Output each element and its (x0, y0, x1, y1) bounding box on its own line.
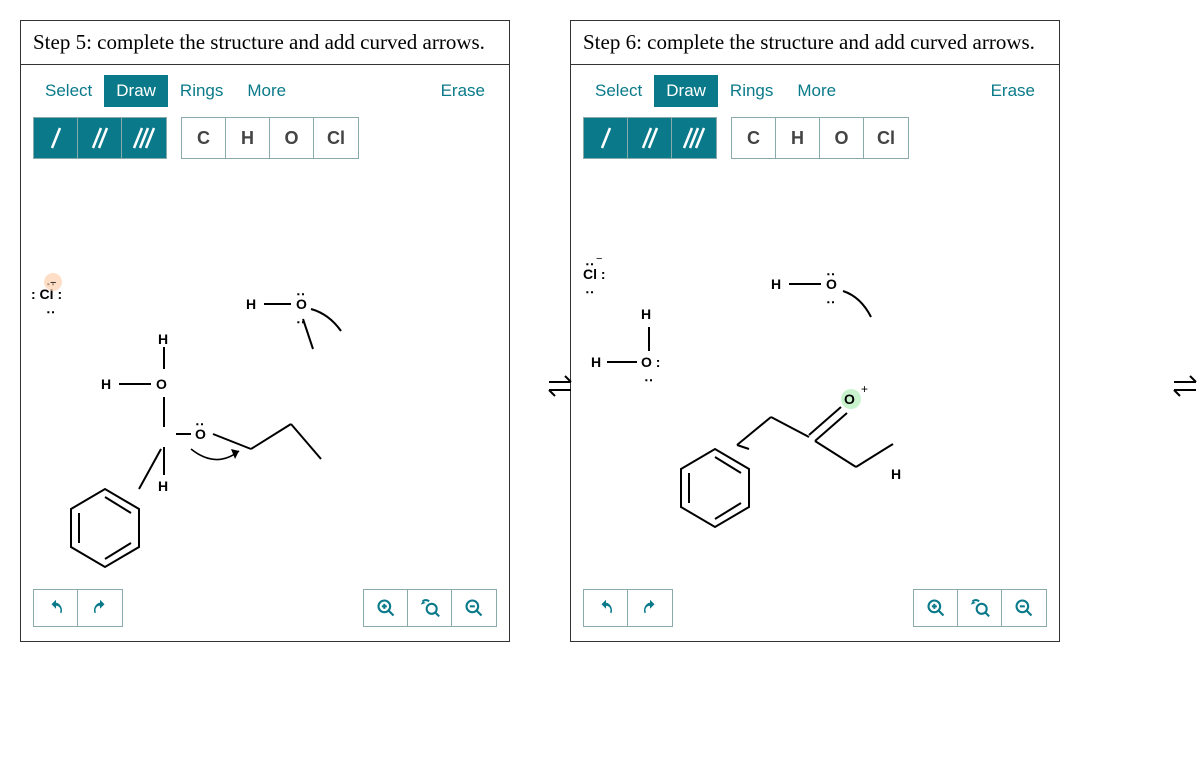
redo-button[interactable] (628, 590, 672, 626)
zoom-out-icon (464, 598, 484, 618)
svg-text:‥: ‥ (585, 252, 594, 268)
svg-text:H: H (891, 466, 901, 482)
drawing-canvas-6[interactable]: Cl : ‥ ‥ − H O : ‥ H H O ‥ ‥ (571, 169, 1059, 589)
double-bond-button[interactable] (78, 118, 122, 158)
atom-o-button[interactable]: O (270, 118, 314, 158)
zoom-in-icon (926, 598, 946, 618)
svg-text:‥: ‥ (826, 262, 835, 278)
svg-text:‥: ‥ (296, 282, 305, 298)
tab-select[interactable]: Select (33, 75, 104, 107)
svg-text:H: H (771, 276, 781, 292)
bond-buttons (33, 117, 167, 159)
atom-buttons: C H O Cl (731, 117, 909, 159)
erase-button[interactable]: Erase (979, 75, 1047, 107)
zoom-reset-icon (419, 598, 441, 618)
step6-title: Step 6: complete the structure and add c… (571, 21, 1059, 65)
redo-icon (91, 599, 109, 617)
svg-text:O: O (156, 376, 167, 392)
tab-draw[interactable]: Draw (654, 75, 718, 107)
svg-text:−: − (596, 253, 602, 265)
svg-text:O: O (195, 426, 206, 442)
tab-more[interactable]: More (235, 75, 298, 107)
double-bond-button[interactable] (628, 118, 672, 158)
tab-select[interactable]: Select (583, 75, 654, 107)
step5-panel: Step 5: complete the structure and add c… (20, 20, 510, 642)
redo-button[interactable] (78, 590, 122, 626)
svg-text:+: + (861, 382, 868, 396)
atom-o-button[interactable]: O (820, 118, 864, 158)
atom-h-button[interactable]: H (776, 118, 820, 158)
erase-button[interactable]: Erase (429, 75, 497, 107)
atom-cl-button[interactable]: Cl (864, 118, 908, 158)
svg-text:‥: ‥ (46, 300, 55, 316)
zoom-in-icon (376, 598, 396, 618)
single-bond-button[interactable] (34, 118, 78, 158)
svg-text:H: H (591, 354, 601, 370)
atom-buttons: C H O Cl (181, 117, 359, 159)
svg-text:H: H (246, 296, 256, 312)
zoom-reset-button[interactable] (408, 590, 452, 626)
atom-cl-button[interactable]: Cl (314, 118, 358, 158)
undo-icon (47, 599, 65, 617)
svg-text:‥: ‥ (644, 368, 653, 384)
zoom-reset-icon (969, 598, 991, 618)
zoom-reset-button[interactable] (958, 590, 1002, 626)
bond-buttons (583, 117, 717, 159)
undo-icon (597, 599, 615, 617)
zoom-out-button[interactable] (452, 590, 496, 626)
triple-bond-button[interactable] (672, 118, 716, 158)
redo-icon (641, 599, 659, 617)
equilibrium-arrow-icon (1170, 370, 1200, 410)
atom-c-button[interactable]: C (182, 118, 226, 158)
zoom-in-button[interactable] (364, 590, 408, 626)
zoom-in-button[interactable] (914, 590, 958, 626)
step6-panel: Step 6: complete the structure and add c… (570, 20, 1060, 642)
svg-text:H: H (641, 306, 651, 322)
triple-bond-button[interactable] (122, 118, 166, 158)
svg-text:‥: ‥ (826, 290, 835, 306)
tab-more[interactable]: More (785, 75, 848, 107)
tab-rings[interactable]: Rings (168, 75, 235, 107)
svg-text:−: − (50, 277, 56, 289)
svg-text:O: O (844, 391, 855, 407)
svg-text:‥: ‥ (195, 412, 204, 428)
single-bond-button[interactable] (584, 118, 628, 158)
atom-h-button[interactable]: H (226, 118, 270, 158)
tab-rings[interactable]: Rings (718, 75, 785, 107)
svg-text:H: H (101, 376, 111, 392)
undo-button[interactable] (34, 590, 78, 626)
svg-text:H: H (158, 331, 168, 347)
svg-text:H: H (158, 478, 168, 494)
equilibrium-arrow-icon (545, 370, 575, 410)
tab-draw[interactable]: Draw (104, 75, 168, 107)
step5-title: Step 5: complete the structure and add c… (21, 21, 509, 65)
undo-button[interactable] (584, 590, 628, 626)
atom-c-button[interactable]: C (732, 118, 776, 158)
zoom-out-button[interactable] (1002, 590, 1046, 626)
svg-text:‥: ‥ (585, 280, 594, 296)
drawing-canvas-5[interactable]: : Cl : ‥ ‥ − H O ‥ ‥ H O H (21, 169, 509, 589)
zoom-out-icon (1014, 598, 1034, 618)
